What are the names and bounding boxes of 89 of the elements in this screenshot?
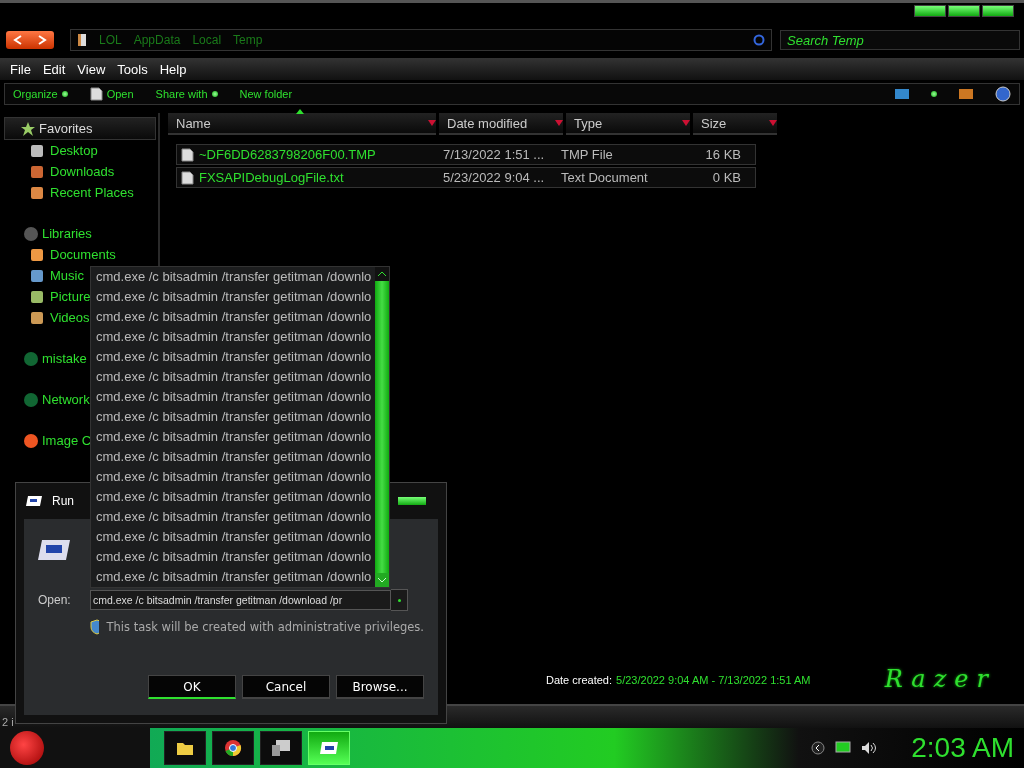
toolbar-button[interactable]: Share with [155, 88, 218, 100]
history-item[interactable]: cmd.exe /c bitsadmin /transfer getitman /downlo [91, 427, 375, 447]
circle-icon [24, 226, 38, 241]
toolbar-button[interactable]: New folder [239, 88, 293, 100]
history-item[interactable]: cmd.exe /c bitsadmin /transfer getitman /downlo [91, 367, 375, 387]
history-item[interactable]: cmd.exe /c bitsadmin /transfer getitman /downlo [91, 267, 375, 287]
window-title: Run [52, 494, 74, 508]
run-icon [319, 740, 339, 756]
dropdown-dot-icon [61, 91, 68, 97]
history-item[interactable]: cmd.exe /c bitsadmin /transfer getitman /downlo [91, 407, 375, 427]
taskbar-app[interactable] [212, 731, 254, 765]
dropdown-dot-icon [211, 91, 218, 97]
start-button[interactable] [10, 731, 44, 765]
scrollbar[interactable] [375, 267, 389, 587]
field-label: Open: [38, 593, 72, 607]
column-header[interactable]: Type [566, 113, 690, 135]
sidebar-item[interactable]: Desktop [0, 140, 158, 161]
clock: 2:03 AM [911, 732, 1014, 764]
menu-item[interactable]: View [71, 61, 112, 77]
history-item[interactable]: cmd.exe /c bitsadmin /transfer getitman /downlo [91, 287, 375, 307]
search-field[interactable]: Search Temp [780, 30, 1020, 50]
address-bar[interactable]: LOL AppData Local Temp [70, 29, 772, 51]
detail-label: Date created: [546, 674, 613, 686]
dialog-button[interactable]: OK [148, 675, 236, 699]
history-item[interactable]: cmd.exe /c bitsadmin /transfer getitman /downlo [91, 467, 375, 487]
file-row[interactable]: FXSAPIDebugLogFile.txt 5/23/2022 9:04 ... Text Document 0 KB [176, 167, 756, 188]
scroll-down-icon[interactable] [375, 573, 389, 587]
column-header[interactable]: Date modified [439, 113, 563, 135]
minimize-button[interactable] [914, 5, 946, 17]
document-icon [181, 170, 194, 185]
dialog-button[interactable]: Browse... [336, 675, 424, 699]
sidebar-group[interactable]: Libraries [4, 223, 158, 244]
taskbar-app[interactable] [260, 731, 302, 765]
toolbar-button[interactable]: Organize [13, 88, 68, 100]
menu-item[interactable]: Tools [111, 61, 154, 77]
caret-icon [428, 120, 436, 126]
history-item[interactable]: cmd.exe /c bitsadmin /transfer getitman /downlo [91, 487, 375, 507]
breadcrumb-item[interactable]: LOL [99, 33, 122, 47]
document-icon [89, 87, 103, 101]
sidebar-item[interactable]: Recent Places [0, 182, 158, 203]
breadcrumb-item[interactable]: AppData [133, 33, 181, 47]
taskbar-app[interactable] [164, 731, 206, 765]
document-icon [181, 147, 194, 162]
dropdown-button[interactable] [391, 589, 408, 611]
history-item[interactable]: cmd.exe /c bitsadmin /transfer getitman /downlo [91, 507, 375, 527]
menu-item[interactable]: Edit [36, 61, 72, 77]
volume-icon[interactable] [861, 741, 878, 755]
admin-note: This task will be created with administrative privileges. [106, 620, 424, 634]
history-item[interactable]: cmd.exe /c bitsadmin /transfer getitman /downlo [91, 327, 375, 347]
caret-icon [682, 120, 690, 126]
star-icon [21, 121, 35, 136]
brand-logo: Razer [884, 665, 996, 693]
sidebar-item[interactable]: Documents [0, 244, 158, 265]
history-item[interactable]: cmd.exe /c bitsadmin /transfer getitman /downlo [91, 527, 375, 547]
shield-icon [90, 619, 99, 635]
breadcrumb-item[interactable]: Local [192, 33, 222, 47]
column-header[interactable]: Size [693, 113, 777, 135]
command-field[interactable]: cmd.exe /c bitsadmin /transfer getitman /download /pr [90, 590, 391, 610]
toolbar-button[interactable]: Open [89, 87, 134, 101]
caret-icon [555, 120, 563, 126]
column-header[interactable]: Name [168, 113, 436, 135]
history-item[interactable]: cmd.exe /c bitsadmin /transfer getitman /downlo [91, 567, 375, 587]
browser-icon [224, 739, 242, 757]
dropdown-dot-icon [931, 91, 937, 97]
detail-value: 5/23/2022 9:04 AM - 7/13/2022 1:51 AM [616, 674, 811, 686]
history-item[interactable]: cmd.exe /c bitsadmin /transfer getitman /downlo [91, 347, 375, 367]
close-button[interactable] [982, 5, 1014, 17]
history-item[interactable]: cmd.exe /c bitsadmin /transfer getitman /downlo [91, 387, 375, 407]
history-item[interactable]: cmd.exe /c bitsadmin /transfer getitman /downlo [91, 547, 375, 567]
maximize-button[interactable] [948, 5, 980, 17]
chevron-icon[interactable] [811, 741, 826, 755]
caret-icon [769, 120, 777, 126]
monitor-icon[interactable] [835, 741, 852, 755]
menu-item[interactable]: Help [153, 61, 193, 77]
file-row[interactable]: ~DF6DD6283798206F00.TMP 7/13/2022 1:51 ... TMP File 16 KB [176, 144, 756, 165]
history-item[interactable]: cmd.exe /c bitsadmin /transfer getitman /downlo [91, 307, 375, 327]
sidebar-group[interactable]: Favorites [4, 117, 156, 140]
run-icon [38, 539, 70, 561]
sidebar-item[interactable]: Downloads [0, 161, 158, 182]
status-text: 2 i [2, 716, 14, 728]
refresh-icon[interactable] [753, 34, 765, 46]
run-icon [26, 495, 42, 507]
monitor-icon [271, 739, 291, 757]
dot-icon [397, 598, 401, 602]
menu-item[interactable]: File [4, 61, 37, 77]
back-forward-buttons[interactable] [6, 31, 54, 49]
dialog-button[interactable]: Cancel [242, 675, 330, 699]
breadcrumb-item[interactable]: Temp [233, 33, 263, 47]
history-item[interactable]: cmd.exe /c bitsadmin /transfer getitman /downlo [91, 447, 375, 467]
